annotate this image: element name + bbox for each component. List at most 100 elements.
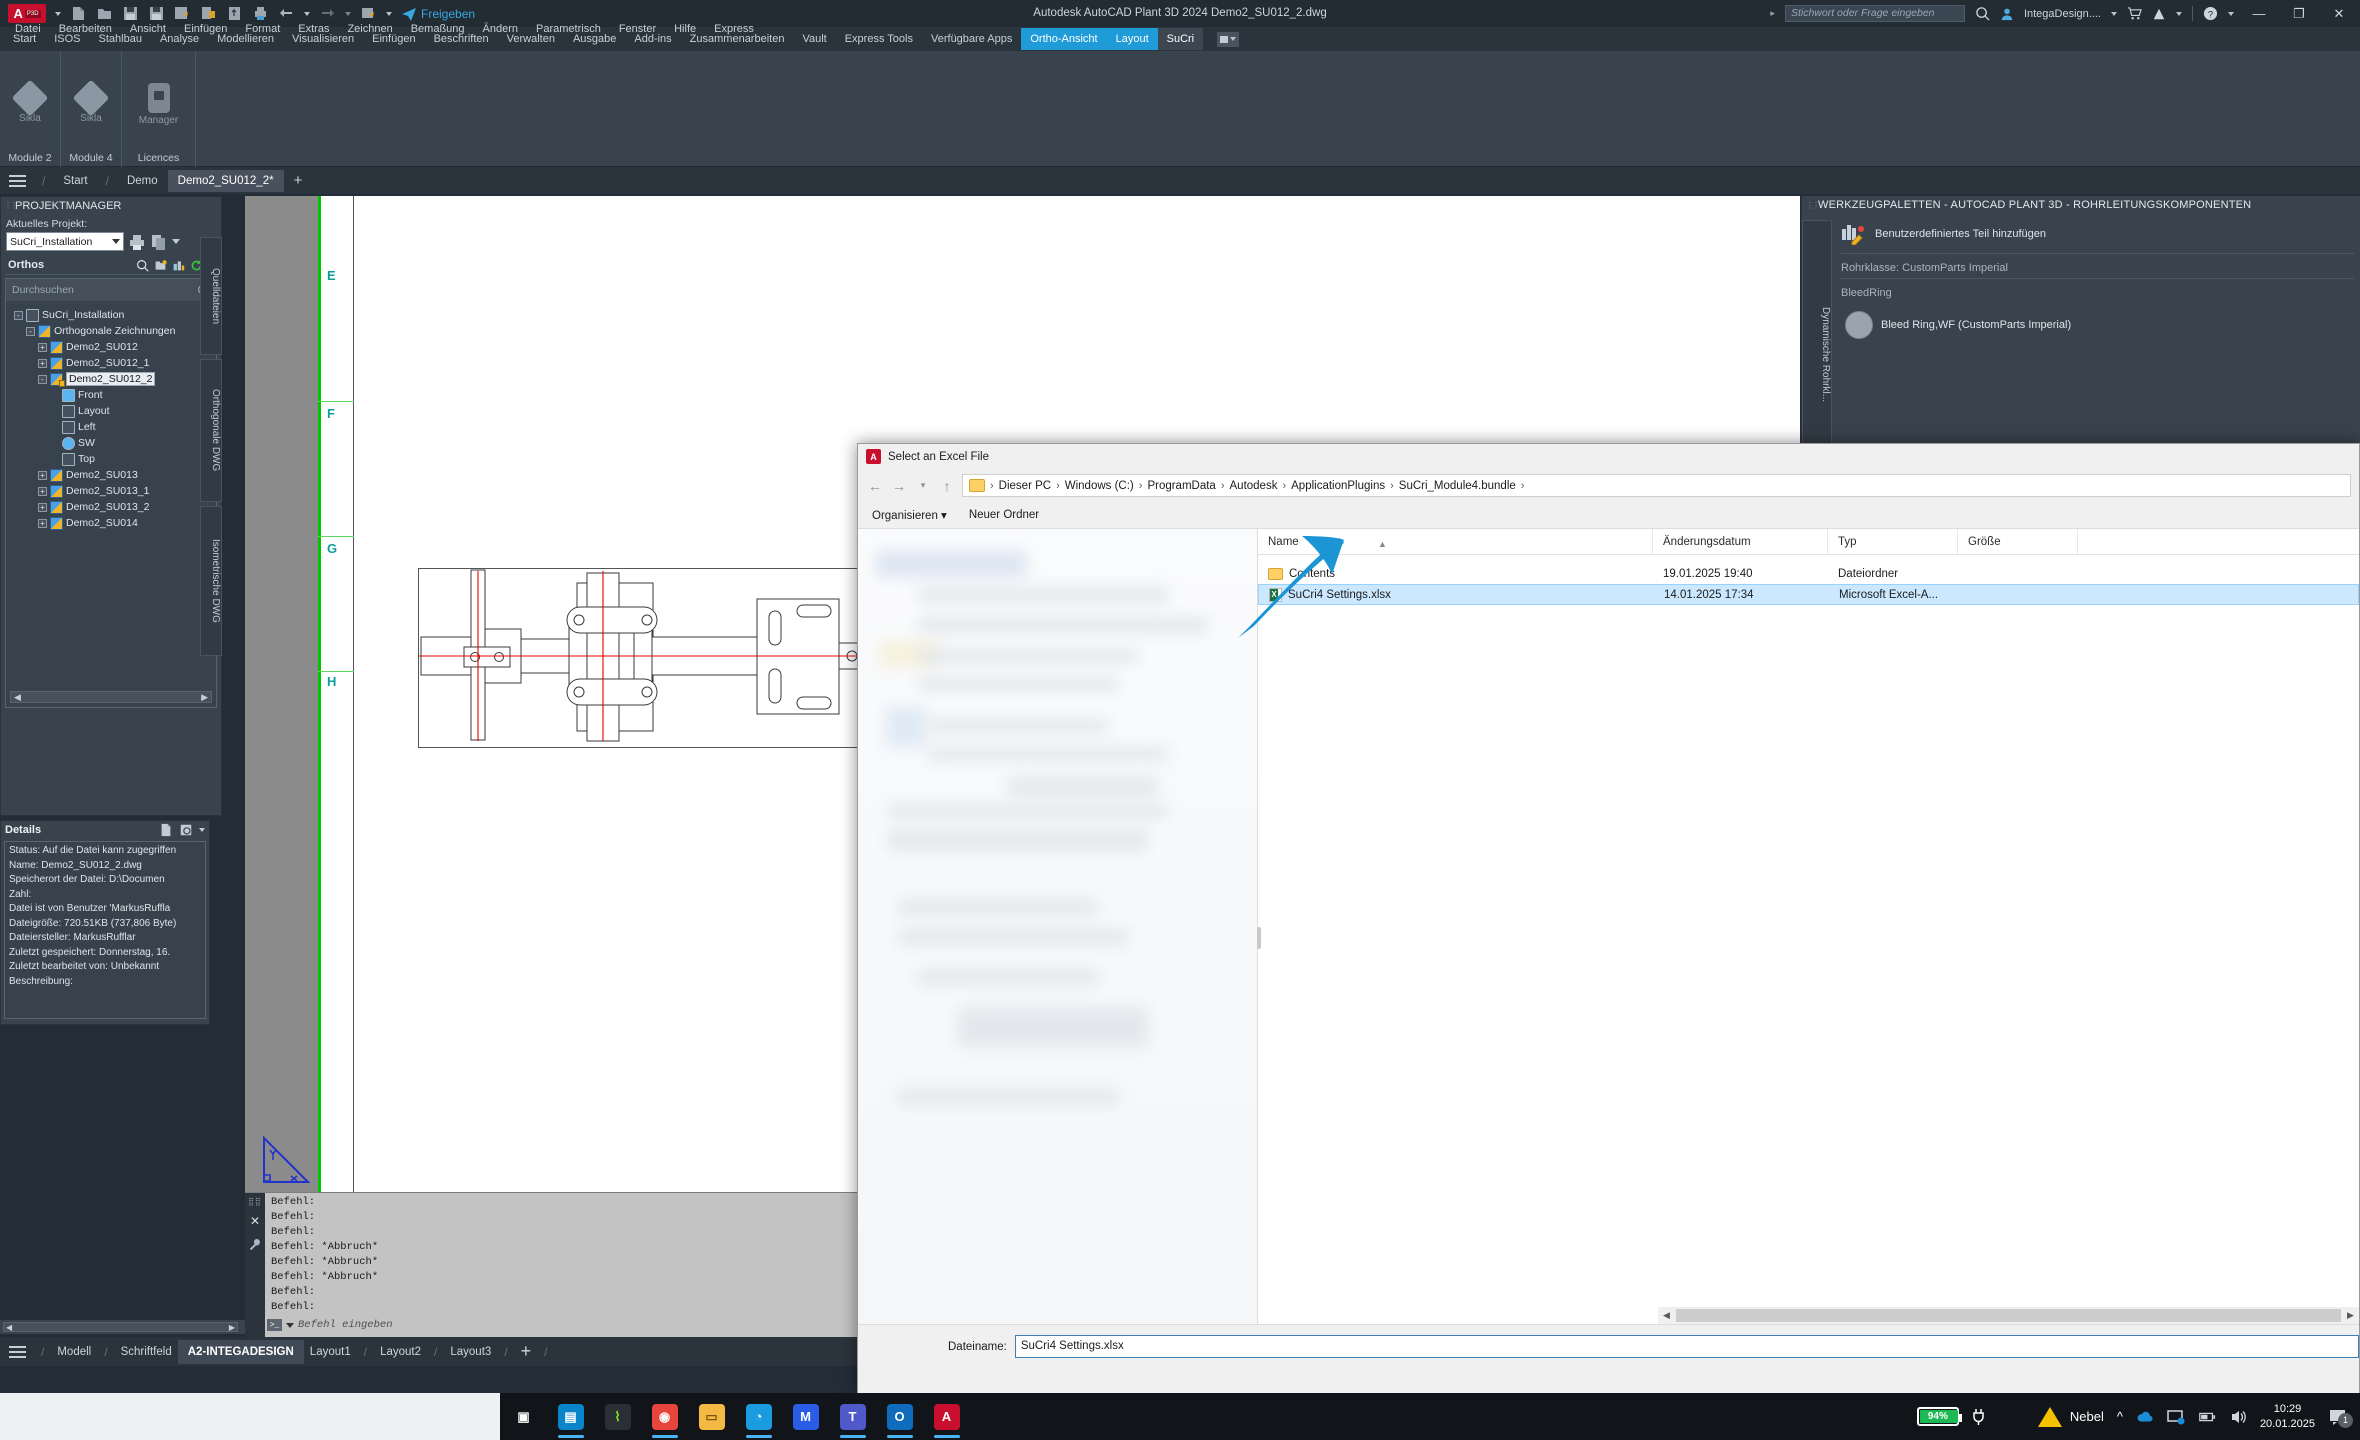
- layout-tab-modell[interactable]: Modell: [51, 1346, 97, 1358]
- dialog-navigation-pane[interactable]: [858, 529, 1258, 1324]
- layout-tab-layout2[interactable]: Layout2: [374, 1346, 427, 1358]
- search-icon[interactable]: [1975, 6, 1990, 21]
- tree-item-demo2-su014[interactable]: + Demo2_SU014: [10, 515, 212, 531]
- layout-tab-a2-integadesign[interactable]: A2-INTEGADESIGN: [177, 1339, 304, 1364]
- tree-toggle-icon[interactable]: +: [38, 518, 47, 528]
- file-list-horizontal-scrollbar[interactable]: ◀ ▶: [1658, 1307, 2359, 1324]
- left-horizontal-scrollbar[interactable]: ◀ ▶: [3, 1322, 238, 1332]
- weather-fog-icon[interactable]: [2037, 1406, 2062, 1427]
- tree-item-demo2-su013-1[interactable]: + Demo2_SU013_1: [10, 483, 212, 499]
- tree-toggle-icon[interactable]: -: [26, 326, 35, 336]
- menu-item-11[interactable]: Hilfe: [665, 18, 705, 40]
- file-tab-start[interactable]: Start: [53, 170, 97, 192]
- breadcrumb-dieser-pc[interactable]: Dieser PC: [999, 480, 1051, 492]
- organize-button[interactable]: Organisieren ▾: [872, 508, 947, 522]
- tree-search-input[interactable]: Durchsuchen: [6, 279, 216, 301]
- column-header-modified[interactable]: Änderungsdatum: [1653, 528, 1828, 555]
- breadcrumb-autodesk[interactable]: Autodesk: [1230, 480, 1278, 492]
- battery-icon[interactable]: 94%: [1916, 1407, 1962, 1426]
- dialog-file-list-pane[interactable]: Name ▲ Änderungsdatum Typ Größe Contents…: [1238, 528, 2359, 1324]
- scroll-left-icon[interactable]: ◀: [1658, 1307, 1675, 1324]
- help-icon[interactable]: ?: [2203, 6, 2218, 21]
- volume-icon[interactable]: [2229, 1408, 2247, 1426]
- file-tab-active-drawing[interactable]: Demo2_SU012_2*: [167, 169, 284, 192]
- file-tab-demo[interactable]: Demo: [117, 170, 168, 192]
- minimize-button[interactable]: —: [2244, 0, 2274, 27]
- menu-item-7[interactable]: Bemaßung: [402, 18, 474, 40]
- account-avatar-icon[interactable]: [2000, 7, 2014, 21]
- back-arrow-icon[interactable]: ←: [866, 478, 884, 494]
- details-preview-icon[interactable]: [179, 823, 193, 837]
- details-more-chevron-icon[interactable]: [199, 828, 205, 832]
- menu-item-2[interactable]: Ansicht: [121, 18, 175, 40]
- menu-item-10[interactable]: Fenster: [610, 18, 665, 40]
- breadcrumb-applicationplugins[interactable]: ApplicationPlugins: [1291, 480, 1385, 492]
- command-drag-handle-icon[interactable]: ⣿⣿: [248, 1198, 262, 1206]
- tree-item-orthogonale-zeichnungen[interactable]: - Orthogonale Zeichnungen: [10, 323, 212, 339]
- battery-tray-icon[interactable]: [2198, 1408, 2216, 1426]
- scroll-right-icon[interactable]: ▶: [198, 692, 211, 703]
- command-close-icon[interactable]: ✕: [250, 1214, 260, 1228]
- publish-icon[interactable]: [128, 233, 146, 251]
- app-blue-icon[interactable]: ▤: [547, 1393, 594, 1440]
- details-properties-icon[interactable]: [159, 823, 173, 837]
- layout-menu-icon[interactable]: [0, 1338, 34, 1365]
- outlook-icon[interactable]: O: [876, 1393, 923, 1440]
- menu-item-5[interactable]: Extras: [289, 18, 338, 40]
- file-tab-menu-icon[interactable]: [0, 167, 34, 194]
- qat-more-chevron-icon[interactable]: [386, 11, 392, 16]
- tree-toggle-icon[interactable]: +: [38, 342, 47, 352]
- onedrive-icon[interactable]: [2136, 1408, 2154, 1426]
- column-header-type[interactable]: Typ: [1828, 528, 1958, 555]
- add-layout-button[interactable]: +: [515, 1341, 538, 1362]
- column-header-size[interactable]: Größe: [1958, 528, 2078, 555]
- recent-chevron-down-icon[interactable]: ▾: [914, 480, 932, 491]
- file-explorer-icon[interactable]: ▭: [688, 1393, 735, 1440]
- menu-item-3[interactable]: Einfügen: [175, 18, 236, 40]
- side-tab-orthogonale-dwg[interactable]: Orthogonale DWG: [200, 359, 222, 502]
- palette-add-custom-part[interactable]: Benutzerdefiniertes Teil hinzufügen: [1835, 215, 2360, 253]
- autodesk-a-icon[interactable]: [2152, 7, 2166, 21]
- licence-manager-button[interactable]: Manager: [139, 51, 178, 152]
- tree-item-demo2-su013[interactable]: + Demo2_SU013: [10, 467, 212, 483]
- tree-item-sw[interactable]: SW: [10, 435, 212, 451]
- sikla-module4-button[interactable]: Sikla: [72, 51, 110, 152]
- autocad-icon[interactable]: A: [923, 1393, 970, 1440]
- tree-toggle-icon[interactable]: +: [38, 358, 47, 368]
- notification-center-button[interactable]: 1: [2328, 1408, 2353, 1428]
- menu-item-0[interactable]: Datei: [6, 18, 50, 40]
- teams-icon[interactable]: T: [829, 1393, 876, 1440]
- command-settings-wrench-icon[interactable]: [249, 1238, 262, 1251]
- tree-toggle-icon[interactable]: -: [38, 374, 47, 384]
- undo-chevron-down-icon[interactable]: [304, 11, 310, 16]
- tree-toggle-icon[interactable]: +: [38, 502, 47, 512]
- tree-toggle-icon[interactable]: +: [38, 486, 47, 496]
- breadcrumb-windows-c[interactable]: Windows (C:): [1065, 480, 1134, 492]
- palette-item-bleed-ring[interactable]: Bleed Ring,WF (CustomParts Imperial): [1835, 303, 2360, 347]
- account-chevron-down-icon[interactable]: [2111, 11, 2117, 16]
- tree-item-top[interactable]: Top: [10, 451, 212, 467]
- task-view-icon[interactable]: ▣: [500, 1393, 547, 1440]
- tree-item-front[interactable]: Front: [10, 387, 212, 403]
- chrome-icon[interactable]: ◉: [641, 1393, 688, 1440]
- copy-chevron-down-icon[interactable]: [172, 239, 180, 244]
- sikla-module2-button[interactable]: Sikla: [11, 51, 49, 152]
- forward-arrow-icon[interactable]: →: [890, 478, 908, 494]
- scroll-right-icon[interactable]: ▶: [2342, 1307, 2359, 1324]
- close-button[interactable]: ✕: [2324, 0, 2354, 27]
- tray-expand-chevron-icon[interactable]: ^: [2117, 1409, 2123, 1424]
- tree-item-demo2-su012[interactable]: + Demo2_SU012: [10, 339, 212, 355]
- layout-tab-layout3[interactable]: Layout3: [444, 1346, 497, 1358]
- file-row[interactable]: Contents 19.01.2025 19:40 Dateiordner: [1258, 563, 2359, 584]
- restore-button[interactable]: ❐: [2284, 0, 2314, 27]
- tree-item-demo2-su012-2[interactable]: - Demo2_SU012_2: [10, 371, 212, 387]
- tree-item-sucri-installation[interactable]: - SuCri_Installation: [10, 307, 212, 323]
- scroll-left-icon[interactable]: ◀: [11, 692, 24, 703]
- start-search-area[interactable]: [0, 1393, 500, 1440]
- breadcrumb-sucri-module4-bundle[interactable]: SuCri_Module4.bundle: [1399, 480, 1516, 492]
- new-ortho-icon[interactable]: [154, 259, 167, 272]
- help-chevron-down-icon[interactable]: [2228, 11, 2234, 16]
- network-icon[interactable]: [2167, 1408, 2185, 1426]
- side-tab-isometrische-dwg[interactable]: Isometrische DWG: [200, 506, 222, 656]
- tree-item-demo2-su012-1[interactable]: + Demo2_SU012_1: [10, 355, 212, 371]
